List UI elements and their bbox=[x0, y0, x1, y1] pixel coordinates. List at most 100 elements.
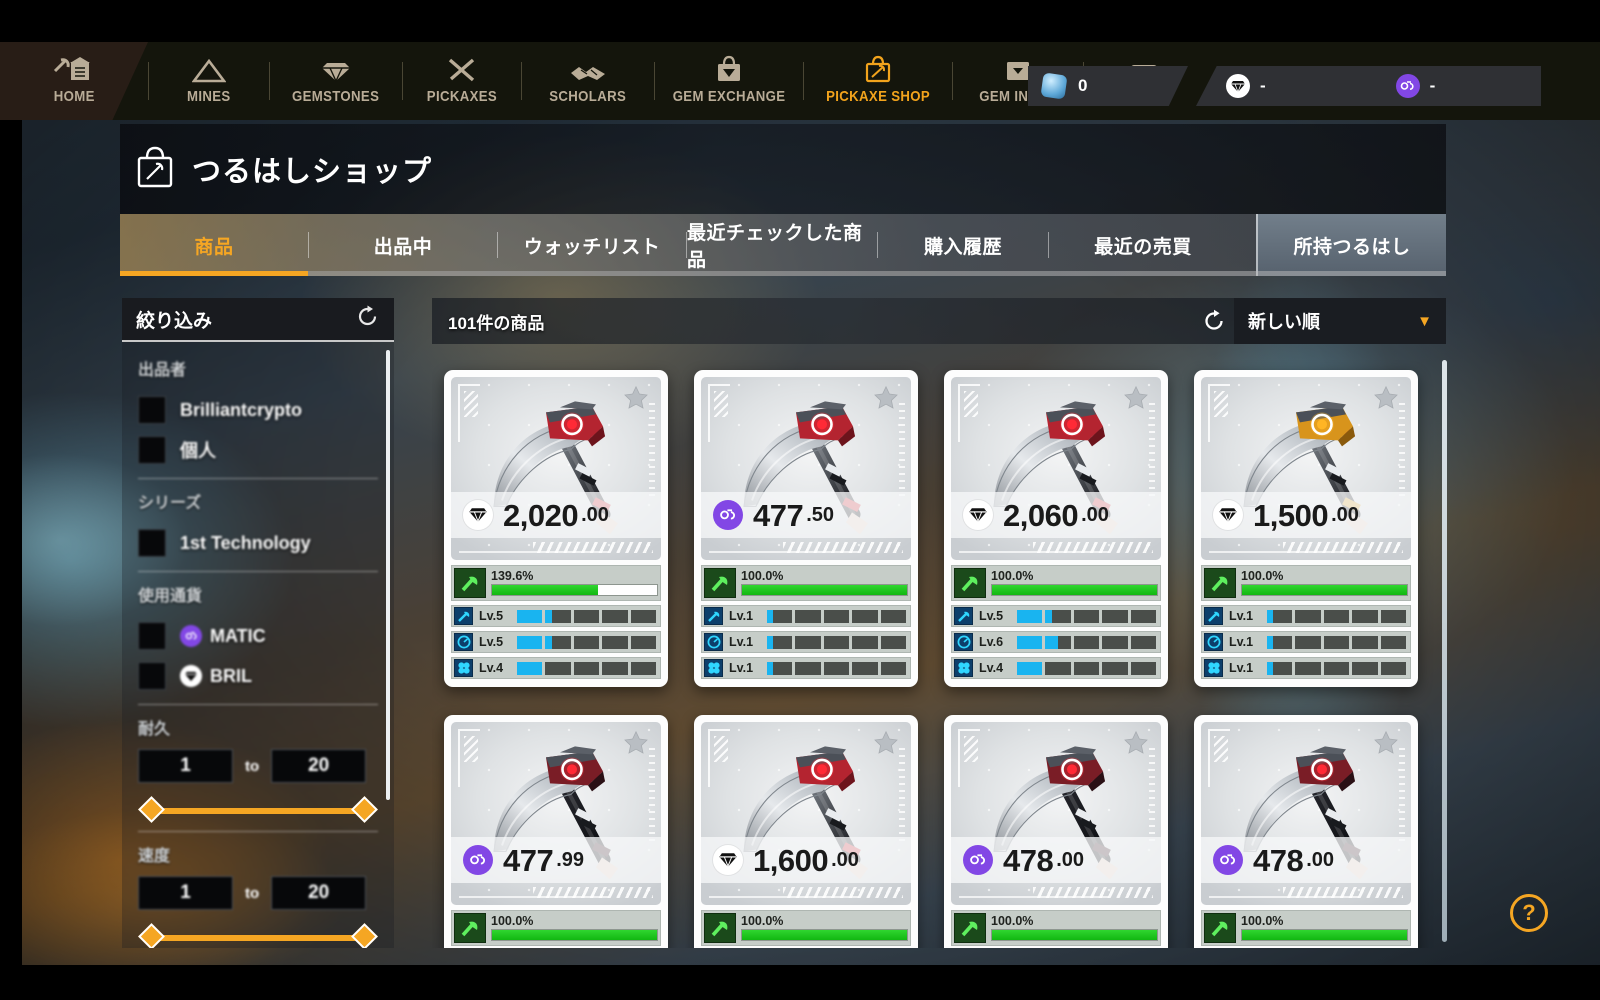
chevron-down-icon: ▼ bbox=[1417, 312, 1432, 330]
stat-segments bbox=[767, 635, 907, 649]
favorite-star-icon[interactable] bbox=[1123, 730, 1149, 761]
slider-knob-min[interactable] bbox=[138, 796, 165, 823]
durability-bar bbox=[1241, 584, 1408, 597]
tab-4[interactable]: 購入履歴 bbox=[878, 214, 1048, 276]
stat-segment bbox=[880, 635, 907, 649]
favorite-star-icon[interactable] bbox=[873, 730, 899, 761]
filter-range-slider[interactable] bbox=[138, 923, 378, 948]
durability-row: 100.0% bbox=[1201, 565, 1411, 601]
filter-option[interactable]: 1st Technology bbox=[138, 523, 378, 563]
card-artwork: 478 .00 bbox=[1201, 722, 1411, 905]
stat-segment bbox=[517, 635, 543, 649]
results-refresh-icon[interactable] bbox=[1200, 307, 1228, 335]
nav-item-mines[interactable]: MINES bbox=[149, 42, 269, 120]
slider-knob-max[interactable] bbox=[351, 796, 378, 823]
sort-dropdown[interactable]: 新しい順 ▼ bbox=[1234, 298, 1446, 344]
card-frame-bottom-line bbox=[1209, 551, 1359, 553]
durability-meter: 139.6% bbox=[491, 568, 658, 598]
range-max-input[interactable]: 20 bbox=[271, 876, 367, 910]
refresh-icon[interactable] bbox=[355, 304, 380, 334]
stat-segments bbox=[517, 609, 657, 623]
filter-group-title: 使用通貨 bbox=[138, 588, 203, 605]
filter-option[interactable]: Brilliantcrypto bbox=[138, 390, 378, 430]
product-card[interactable]: 477 .99 100.0% Lv.1 Lv.1 bbox=[444, 715, 668, 948]
tab-label: 最近の売買 bbox=[1094, 236, 1192, 258]
product-card[interactable]: 1,600 .00 100.0% Lv.1 Lv.1 bbox=[694, 715, 918, 948]
favorite-star-icon[interactable] bbox=[1373, 730, 1399, 761]
product-card[interactable]: 478 .00 100.0% Lv.1 Lv.1 bbox=[944, 715, 1168, 948]
stat-segments bbox=[1017, 609, 1157, 623]
card-artwork: 1,500 .00 bbox=[1201, 377, 1411, 560]
nav-item-home[interactable]: HOME bbox=[0, 42, 148, 120]
range-min-input[interactable]: 1 bbox=[138, 876, 233, 910]
nav-item-pickaxes[interactable]: PICKAXES bbox=[403, 42, 521, 120]
filter-group-title: 出品者 bbox=[138, 362, 187, 379]
stat-segment bbox=[823, 635, 850, 649]
price-fraction: .00 bbox=[1331, 504, 1359, 526]
stat-segment-fill bbox=[545, 635, 552, 649]
tab-3[interactable]: 最近チェックした商品 bbox=[687, 214, 877, 276]
stat-segment-fill bbox=[517, 661, 543, 675]
nav-item-gem-exchange[interactable]: GEM EXCHANGE bbox=[655, 42, 803, 120]
product-card[interactable]: 2,020 .00 139.6% Lv.5 Lv.5 Lv.4 bbox=[444, 370, 668, 687]
gem-balance[interactable]: 0 bbox=[1028, 66, 1188, 106]
product-card[interactable]: 1,500 .00 100.0% Lv.1 Lv.1 Lv.1 bbox=[1194, 370, 1418, 687]
stat-segments bbox=[1267, 661, 1407, 675]
stat-segment-fill bbox=[1017, 661, 1043, 675]
favorite-star-icon[interactable] bbox=[623, 385, 649, 416]
nav-item-label: MINES bbox=[187, 88, 231, 105]
favorite-star-icon[interactable] bbox=[873, 385, 899, 416]
stat-segment bbox=[795, 661, 821, 675]
filter-checkbox[interactable] bbox=[138, 396, 166, 424]
filter-option-label: 個人 bbox=[180, 441, 216, 461]
slider-knob-max[interactable] bbox=[351, 923, 378, 948]
range-min-input[interactable]: 1 bbox=[138, 749, 233, 783]
card-frame-bottom-line bbox=[959, 551, 1109, 553]
tab-underline bbox=[120, 271, 1446, 276]
tab-5[interactable]: 最近の売買 bbox=[1049, 214, 1237, 276]
favorite-star-icon[interactable] bbox=[1373, 385, 1399, 416]
matic-balance-value: - bbox=[1429, 76, 1436, 95]
range-max-input[interactable]: 20 bbox=[271, 749, 367, 783]
tab-2[interactable]: ウォッチリスト bbox=[498, 214, 686, 276]
stat-segment bbox=[795, 609, 821, 623]
nav-item-label: GEM EXCHANGE bbox=[672, 88, 786, 105]
durability-hammer-icon bbox=[704, 913, 736, 943]
filter-checkbox[interactable] bbox=[138, 662, 166, 690]
stat-segment-fill bbox=[517, 635, 543, 649]
filter-checkbox[interactable] bbox=[138, 622, 166, 650]
price-fraction: .00 bbox=[1081, 504, 1109, 526]
tab-0[interactable]: 商品 bbox=[120, 214, 308, 276]
nav-item-gemstones[interactable]: GEMSTONES bbox=[270, 42, 402, 120]
product-card[interactable]: 478 .00 100.0% Lv.1 Lv.1 bbox=[1194, 715, 1418, 948]
nav-item-pickaxe-shop[interactable]: PICKAXE SHOP bbox=[804, 42, 952, 120]
filter-option[interactable]: BRIL bbox=[138, 656, 378, 696]
nav-item-scholars[interactable]: SCHOLARS bbox=[522, 42, 654, 120]
grid-scrollbar[interactable] bbox=[1442, 360, 1447, 942]
tab-6[interactable]: 所持つるはし bbox=[1256, 214, 1446, 276]
filter-range-slider[interactable] bbox=[138, 796, 378, 823]
stat-segment bbox=[823, 661, 850, 675]
tab-1[interactable]: 出品中 bbox=[309, 214, 497, 276]
favorite-star-icon[interactable] bbox=[623, 730, 649, 761]
filter-checkbox[interactable] bbox=[138, 529, 166, 557]
token-balances[interactable]: - - bbox=[1196, 66, 1541, 106]
favorite-star-icon[interactable] bbox=[1123, 385, 1149, 416]
tab-label: ウォッチリスト bbox=[523, 236, 661, 258]
help-button[interactable]: ? bbox=[1510, 894, 1548, 932]
sidebar-scrollbar[interactable] bbox=[386, 350, 390, 800]
bril-coin-icon bbox=[963, 500, 993, 530]
filter-option[interactable]: MATIC bbox=[138, 616, 378, 656]
durability-hammer-icon bbox=[1204, 913, 1236, 943]
durability-meter: 100.0% bbox=[491, 913, 658, 943]
app-root: HOME MINES GEMSTONES PICKAXES SCHOLARS GEM EX… bbox=[0, 0, 1600, 1000]
slider-knob-min[interactable] bbox=[138, 923, 165, 948]
product-card[interactable]: 477 .50 100.0% Lv.1 Lv.1 Lv.1 bbox=[694, 370, 918, 687]
stat-row: Lv.5 bbox=[951, 605, 1161, 627]
filter-option[interactable]: 個人 bbox=[138, 430, 378, 470]
filter-checkbox[interactable] bbox=[138, 436, 166, 464]
product-card[interactable]: 2,060 .00 100.0% Lv.5 Lv.6 Lv.4 bbox=[944, 370, 1168, 687]
stat-segment bbox=[1323, 635, 1350, 649]
card-frame-bottom-line bbox=[959, 896, 1109, 898]
stat-row: Lv.6 bbox=[951, 631, 1161, 653]
